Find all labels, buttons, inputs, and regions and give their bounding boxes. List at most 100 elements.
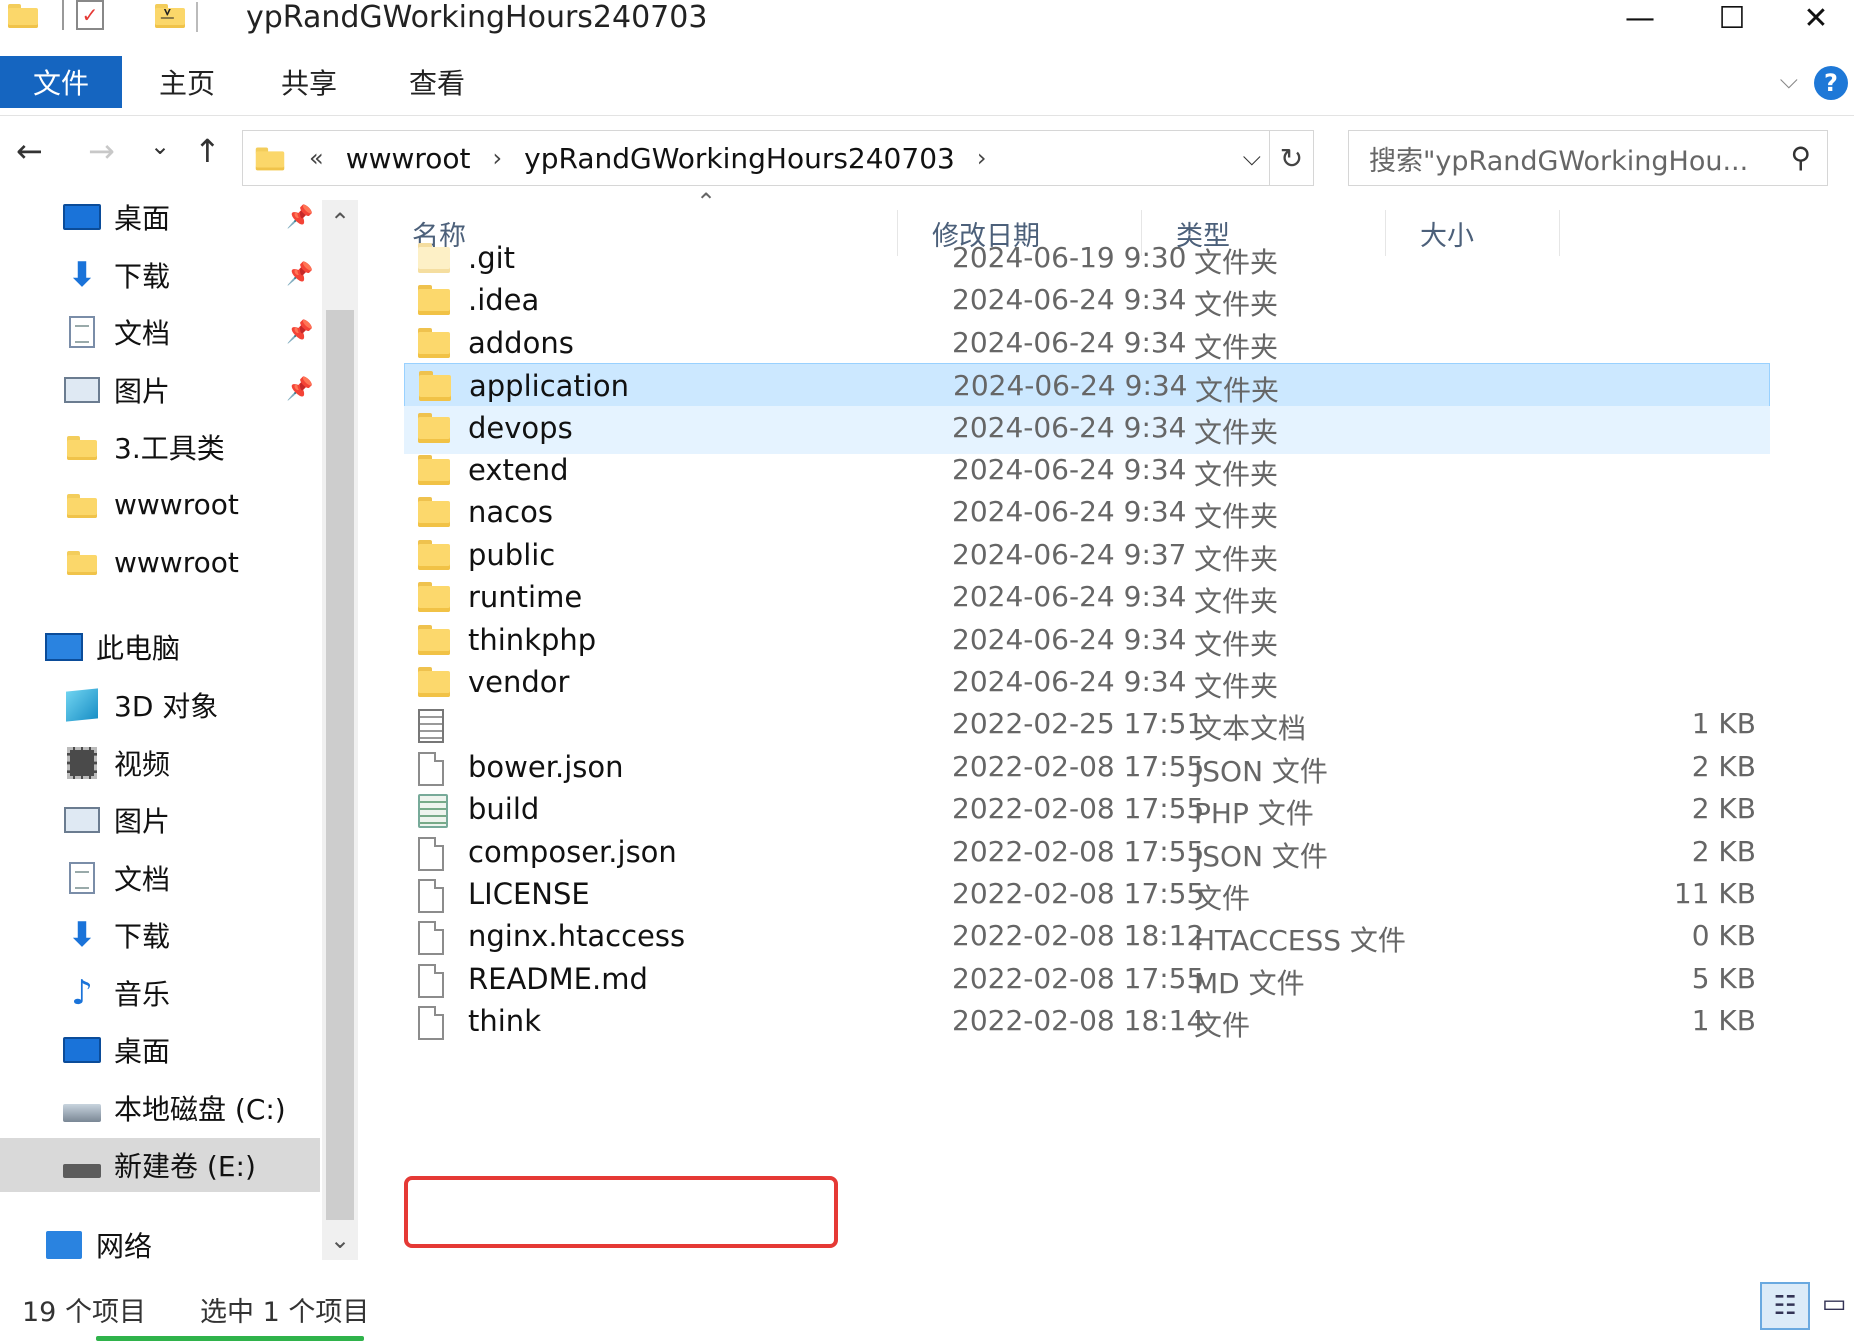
large-icons-view-icon[interactable]: ▭: [1816, 1286, 1852, 1322]
file-modified-date: 2024-06-24 9:34: [952, 410, 1187, 444]
file-row[interactable]: public 2024-06-24 9:37 文件夹: [404, 533, 1770, 581]
forward-button[interactable]: →: [88, 132, 115, 170]
address-dropdown-icon[interactable]: ⌵: [1243, 143, 1261, 171]
network-icon: [44, 1227, 84, 1263]
file-type: JSON 文件: [1194, 754, 1328, 788]
minimize-button[interactable]: —: [1600, 0, 1680, 36]
folder-icon: [62, 544, 102, 580]
file-row[interactable]: extend 2024-06-24 9:34 文件夹: [404, 448, 1770, 496]
file-modified-date: 2022-02-08 17:55: [952, 834, 1205, 868]
breadcrumb-current-folder[interactable]: ypRandGWorkingHours240703: [524, 142, 955, 175]
quick-access-dropdown-icon[interactable]: ⩡: [160, 0, 175, 31]
file-row[interactable]: build 2022-02-08 17:55 PHP 文件 2 KB: [404, 787, 1770, 835]
sidebar-item[interactable]: 本地磁盘 (C:): [0, 1081, 320, 1135]
file-modified-date: 2022-02-08 17:55: [952, 749, 1205, 783]
sidebar-item-label: 文档: [114, 317, 171, 350]
folder-icon: [418, 412, 450, 447]
expand-ribbon-icon[interactable]: ⌵: [1780, 66, 1798, 94]
sidebar-item[interactable]: ⬇ 下载: [0, 908, 320, 962]
sidebar-item-label: 此电脑: [96, 632, 181, 665]
file-modified-date: 2022-02-08 17:55: [952, 792, 1205, 826]
sidebar-item[interactable]: 3.工具类: [0, 420, 320, 474]
tab-file[interactable]: 文件: [0, 56, 122, 108]
file-row[interactable]: LICENSE 2022-02-08 17:55 文件 11 KB: [404, 872, 1770, 920]
search-icon[interactable]: ⚲: [1790, 141, 1811, 174]
sidebar-item[interactable]: ♪ 音乐: [0, 966, 320, 1020]
sidebar-item-label: wwwroot: [114, 545, 239, 579]
scroll-up-icon[interactable]: ⌃: [322, 204, 358, 240]
file-type: JSON 文件: [1194, 839, 1328, 873]
file-row[interactable]: runtime 2024-06-24 9:34 文件夹: [404, 575, 1770, 623]
folder-icon[interactable]: [8, 2, 38, 28]
file-row[interactable]: thinkphp 2024-06-24 9:34 文件夹: [404, 618, 1770, 666]
navigation-pane-scrollbar[interactable]: ⌃ ⌄: [322, 200, 358, 1260]
sidebar-item[interactable]: 文档: [0, 851, 320, 905]
sidebar-item[interactable]: 桌面: [0, 1023, 320, 1077]
download-icon: ⬇: [67, 254, 97, 295]
scroll-down-icon[interactable]: ⌄: [322, 1222, 358, 1258]
file-type: 文件夹: [1194, 330, 1279, 364]
breadcrumb-separator[interactable]: ›: [977, 144, 987, 172]
file-modified-date: 2024-06-24 9:34: [952, 665, 1187, 698]
sidebar-item[interactable]: 图片: [0, 793, 320, 847]
folder-icon: [62, 487, 102, 523]
desktop-icon: [62, 199, 102, 235]
pin-icon: 📌: [286, 262, 314, 287]
file-row[interactable]: 2022-02-25 17:51 文本文档 1 KB: [404, 702, 1770, 750]
properties-icon[interactable]: ✓: [76, 0, 104, 30]
up-button[interactable]: ↑: [194, 132, 221, 170]
sidebar-item[interactable]: 图片 📌: [0, 363, 320, 417]
pictures-icon: [62, 372, 102, 408]
file-icon: [418, 879, 444, 917]
recent-locations-button[interactable]: ⌄: [150, 132, 170, 160]
file-row[interactable]: .idea 2024-06-24 9:34 文件夹: [404, 278, 1770, 326]
details-view-icon[interactable]: ☷: [1760, 1282, 1810, 1330]
file-row[interactable]: nginx.htaccess 2022-02-08 18:12 HTACCESS 文…: [404, 914, 1770, 962]
search-box[interactable]: 搜索"ypRandGWorkingHou... ⚲: [1348, 130, 1828, 186]
breadcrumb-overflow[interactable]: «: [309, 144, 324, 172]
maximize-button[interactable]: ☐: [1692, 0, 1772, 36]
file-row[interactable]: vendor 2024-06-24 9:34 文件夹: [404, 660, 1770, 708]
file-row[interactable]: think 2022-02-08 18:14 文件 1 KB: [404, 999, 1770, 1047]
sidebar-item[interactable]: 桌面 📌: [0, 190, 320, 244]
status-bar: 19 个项目 选中 1 个项目 ☷ ▭: [0, 1282, 1854, 1342]
file-row[interactable]: bower.json 2022-02-08 17:55 JSON 文件 2 KB: [404, 745, 1770, 793]
ribbon: 文件 主页 共享 查看 ⌵ ?: [0, 56, 1854, 116]
sidebar-item[interactable]: wwwroot: [0, 478, 320, 532]
tab-home[interactable]: 主页: [142, 56, 232, 108]
sidebar-item[interactable]: 视频: [0, 736, 320, 790]
document-icon: [62, 314, 102, 350]
sidebar-item[interactable]: 此电脑: [0, 620, 320, 674]
tab-share[interactable]: 共享: [264, 56, 354, 108]
scrollbar-thumb[interactable]: [326, 310, 354, 1220]
breadcrumb-separator[interactable]: ›: [493, 144, 503, 172]
file-row[interactable]: nacos 2024-06-24 9:34 文件夹: [404, 490, 1770, 538]
sidebar-item[interactable]: 文档 📌: [0, 305, 320, 359]
file-modified-date: 2024-06-24 9:34: [952, 622, 1187, 656]
file-modified-date: 2024-06-24 9:34: [952, 453, 1187, 486]
refresh-button[interactable]: ↻: [1269, 131, 1313, 185]
folder-icon: [418, 327, 450, 362]
file-row[interactable]: README.md 2022-02-08 17:55 MD 文件 5 KB: [404, 957, 1770, 1005]
address-bar[interactable]: « wwwroot › ypRandGWorkingHours240703 › …: [242, 130, 1314, 186]
file-row[interactable]: devops 2024-06-24 9:34 文件夹: [404, 405, 1770, 454]
close-button[interactable]: ✕: [1776, 0, 1854, 36]
breadcrumb-wwwroot[interactable]: wwwroot: [346, 142, 471, 175]
file-name: application: [469, 369, 629, 404]
file-row[interactable]: composer.json 2022-02-08 17:55 JSON 文件 2 KB: [404, 830, 1770, 878]
sidebar-item[interactable]: 3D 对象: [0, 678, 320, 732]
sidebar-item[interactable]: ⬇ 下载 📌: [0, 248, 320, 302]
file-row[interactable]: .git 2024-06-19 9:30 文件夹: [404, 236, 1770, 284]
sidebar-item[interactable]: 新建卷 (E:): [0, 1138, 320, 1192]
sidebar-item[interactable]: 网络: [0, 1218, 320, 1272]
back-button[interactable]: ←: [16, 132, 43, 170]
file-row[interactable]: application 2024-06-24 9:34 文件夹: [404, 363, 1770, 412]
file-size: 2 KB: [1691, 792, 1756, 826]
help-icon[interactable]: ?: [1814, 66, 1848, 100]
selected-count: 选中 1 个项目: [200, 1297, 370, 1328]
sidebar-item[interactable]: wwwroot: [0, 535, 320, 589]
file-row[interactable]: addons 2024-06-24 9:34 文件夹: [404, 321, 1770, 369]
this-pc-icon: [44, 629, 84, 665]
tab-view[interactable]: 查看: [392, 56, 482, 108]
pictures-icon: [62, 802, 102, 838]
